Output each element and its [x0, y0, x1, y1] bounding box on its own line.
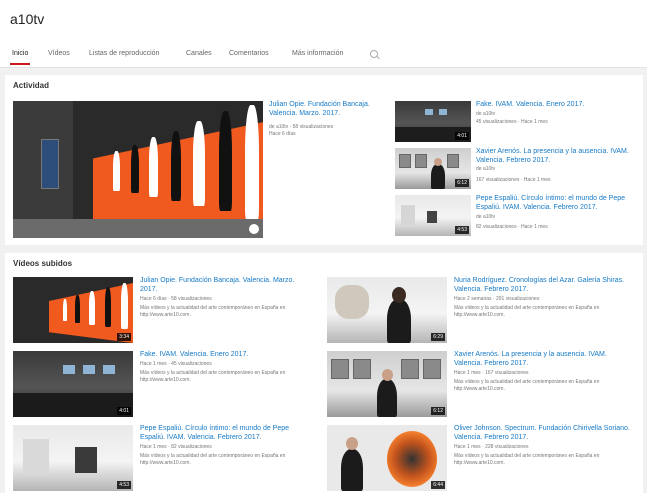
activity-thumbnail-1[interactable]: 4:01 — [395, 101, 471, 142]
activity-by-1: de a10tv — [476, 111, 496, 117]
featured-thumbnail[interactable] — [13, 101, 263, 238]
upload-desc-4: Más vídeos y la actualidad del arte cont… — [454, 379, 600, 392]
upload-meta-4: Hace 1 mes · 167 visualizaciones — [454, 370, 529, 376]
featured-meta: de a10tv · 58 visualizaciones — [269, 124, 334, 130]
upload-title-2[interactable]: Nuria Rodríguez. Cronologías del Azar. G… — [454, 277, 634, 294]
upload-title-6[interactable]: Oliver Johnson. Spectrum. Fundación Chir… — [454, 425, 634, 442]
upload-desc-5: Más vídeos y la actualidad del arte cont… — [140, 453, 286, 466]
upload-title-1[interactable]: Julian Opie. Fundación Bancaja. Valencia… — [140, 277, 310, 294]
upload-meta-6: Hace 1 mes · 228 visualizaciones — [454, 444, 529, 450]
activity-meta-1: 45 visualizaciones · Hace 1 mes — [476, 119, 548, 125]
channel-header: a10tv Inicio Vídeos Listas de reproducci… — [0, 0, 647, 68]
featured-age: Hace 6 días — [269, 131, 296, 137]
upload-meta-2: Hace 2 semanas · 291 visualizaciones — [454, 296, 540, 302]
activity-title-2[interactable]: Xavier Arenós. La presencia y la ausenci… — [476, 148, 636, 165]
duration-badge: 6:44 — [431, 481, 445, 489]
duration-badge: 6:12 — [455, 179, 469, 187]
search-icon[interactable] — [370, 50, 380, 60]
upload-title-3[interactable]: Fake. IVAM. Valencia. Enero 2017. — [140, 351, 310, 360]
duration-badge: 4:53 — [455, 226, 469, 234]
upload-desc-2: Más vídeos y la actualidad del arte cont… — [454, 305, 600, 318]
upload-thumbnail-5[interactable]: 4:53 — [13, 425, 133, 491]
activity-thumbnail-2[interactable]: 6:12 — [395, 148, 471, 189]
duration-badge: 3:34 — [117, 333, 131, 341]
activity-title-1[interactable]: Fake. IVAM. Valencia. Enero 2017. — [476, 101, 636, 110]
channel-name[interactable]: a10tv — [10, 11, 44, 27]
playlist-icon — [249, 224, 259, 234]
upload-desc-6: Más vídeos y la actualidad del arte cont… — [454, 453, 600, 466]
upload-thumbnail-1[interactable]: 3:34 — [13, 277, 133, 343]
duration-badge: 6:12 — [431, 407, 445, 415]
upload-meta-3: Hace 1 mes · 45 visualizaciones — [140, 361, 212, 367]
upload-title-5[interactable]: Pepe Espaliú. Círculo íntimo: el mundo d… — [140, 425, 310, 442]
duration-badge: 4:53 — [117, 481, 131, 489]
activity-by-3: de a10tv — [476, 214, 496, 220]
activity-meta-2: 167 visualizaciones · Hace 1 mes — [476, 177, 551, 183]
tab-channels[interactable]: Canales — [186, 50, 212, 57]
activity-title-3[interactable]: Pepe Espaliú. Círculo íntimo: el mundo d… — [476, 195, 636, 212]
activity-by-2: de a10tv — [476, 166, 496, 172]
duration-badge: 4:01 — [117, 407, 131, 415]
upload-thumbnail-3[interactable]: 4:01 — [13, 351, 133, 417]
tab-playlists[interactable]: Listas de reproducción — [89, 50, 159, 57]
uploads-title: Vídeos subidos — [13, 259, 73, 268]
tab-videos[interactable]: Vídeos — [48, 50, 70, 57]
upload-title-4[interactable]: Xavier Arenós. La presencia y la ausenci… — [454, 351, 634, 368]
activity-section: Actividad Julian Opie. Fundación Bancaja… — [5, 75, 643, 245]
channel-tabs: Inicio Vídeos Listas de reproducción Can… — [0, 46, 647, 68]
activity-title: Actividad — [13, 81, 50, 90]
upload-meta-5: Hace 1 mes · 82 visualizaciones — [140, 444, 212, 450]
activity-meta-3: 82 visualizaciones · Hace 1 mes — [476, 224, 548, 230]
tab-about[interactable]: Más información — [292, 50, 343, 57]
tab-inicio[interactable]: Inicio — [9, 50, 31, 65]
upload-thumbnail-4[interactable]: 6:12 — [327, 351, 447, 417]
upload-thumbnail-2[interactable]: 6:29 — [327, 277, 447, 343]
activity-thumbnail-3[interactable]: 4:53 — [395, 195, 471, 236]
duration-badge: 4:01 — [455, 132, 469, 140]
upload-meta-1: Hace 6 días · 58 visualizaciones — [140, 296, 212, 302]
featured-title[interactable]: Julian Opie. Fundación Bancaja. Valencia… — [269, 101, 394, 118]
upload-desc-3: Más vídeos y la actualidad del arte cont… — [140, 370, 286, 383]
duration-badge: 6:29 — [431, 333, 445, 341]
uploads-section: Vídeos subidos 3:34 Julian Opie. Fundaci… — [5, 253, 643, 493]
upload-thumbnail-6[interactable]: 6:44 — [327, 425, 447, 491]
tab-comments[interactable]: Comentarios — [229, 50, 269, 57]
upload-desc-1: Más vídeos y la actualidad del arte cont… — [140, 305, 286, 318]
